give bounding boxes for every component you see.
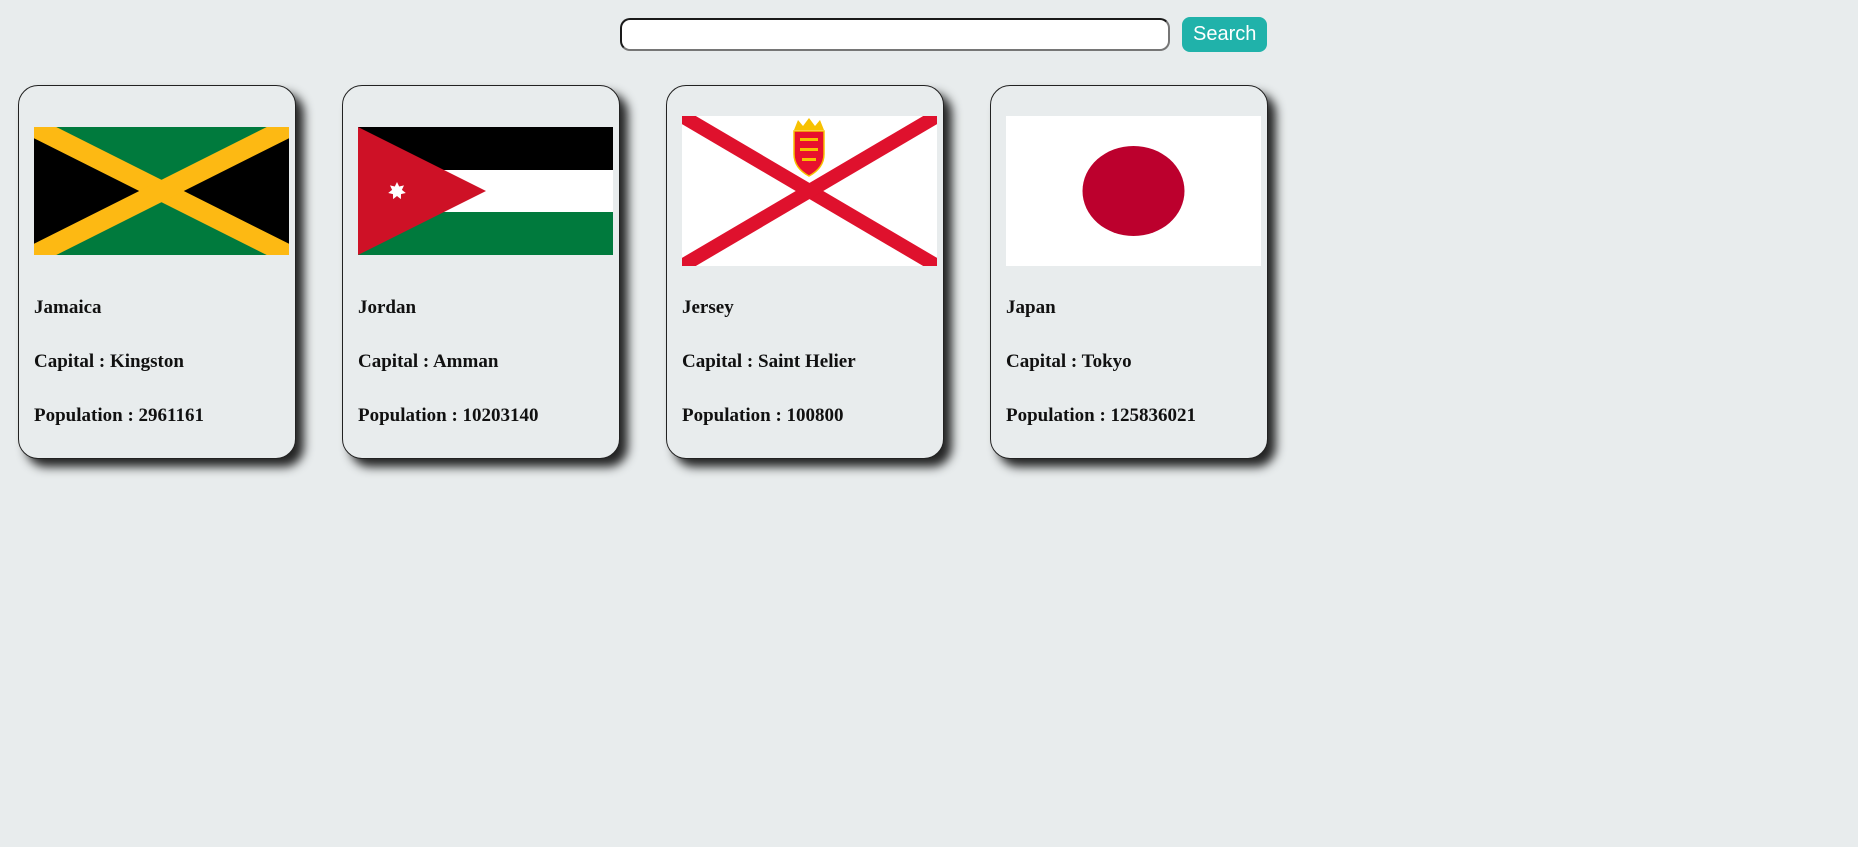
country-capital: Capital : Kingston [34, 351, 184, 372]
country-population: Population : 10203140 [358, 405, 539, 426]
jamaica-flag-icon [34, 116, 289, 266]
country-card-jordan: Jordan Capital : Amman Population : 1020… [342, 85, 620, 459]
country-info: Jordan Capital : Amman Population : 1020… [358, 298, 539, 460]
country-cards: Jamaica Capital : Kingston Population : … [18, 85, 1268, 459]
country-info: Jersey Capital : Saint Helier Population… [682, 298, 856, 460]
country-card-japan: Japan Capital : Tokyo Population : 12583… [990, 85, 1268, 459]
country-population: Population : 2961161 [34, 405, 204, 426]
country-info: Jamaica Capital : Kingston Population : … [34, 298, 204, 460]
country-card-jamaica: Jamaica Capital : Kingston Population : … [18, 85, 296, 459]
country-population: Population : 125836021 [1006, 405, 1197, 426]
country-name: Jersey [682, 297, 734, 318]
country-name: Japan [1006, 297, 1056, 318]
country-card-jersey: Jersey Capital : Saint Helier Population… [666, 85, 944, 459]
country-info: Japan Capital : Tokyo Population : 12583… [1006, 298, 1196, 460]
country-capital: Capital : Tokyo [1006, 351, 1132, 372]
country-population: Population : 100800 [682, 405, 844, 426]
country-capital: Capital : Saint Helier [682, 351, 856, 372]
jersey-flag-icon [682, 116, 937, 266]
search-button[interactable]: Search [1182, 17, 1268, 52]
jordan-flag-icon [358, 116, 613, 266]
search-bar: Search [620, 17, 1268, 52]
country-name: Jamaica [34, 297, 102, 318]
japan-flag-icon [1006, 116, 1261, 266]
search-input[interactable] [620, 18, 1170, 51]
country-name: Jordan [358, 297, 417, 318]
country-capital: Capital : Amman [358, 351, 499, 372]
